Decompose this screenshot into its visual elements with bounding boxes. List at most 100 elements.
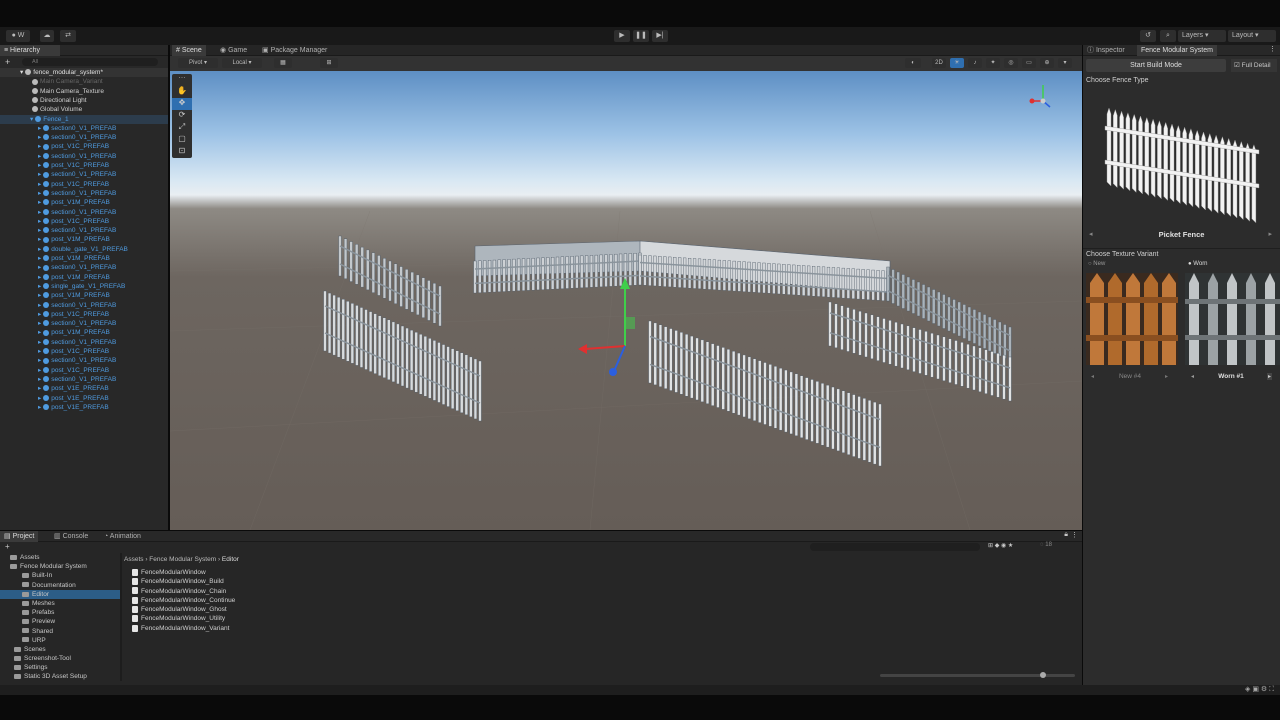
hierarchy-child-item[interactable]: ▸ section0_V1_PREFAB [0,226,168,235]
project-file-item[interactable]: FenceModularWindow_Variant [132,624,532,633]
expand-arrow-icon[interactable]: ▸ [38,283,41,290]
hierarchy-child-item[interactable]: ▸ post_V1C_PREFAB [0,366,168,375]
shading-mode-icon[interactable]: ◐ [905,58,921,68]
pivot-dropdown[interactable]: Pivot ▾ [178,58,218,68]
scene-viewport[interactable]: ⋯ ✋ ✥ ⟳ ⤢ ▢ ⊡ [170,71,1082,530]
full-detail-toggle[interactable]: ☑ Full Detail [1231,59,1277,72]
hidden-objects-icon[interactable]: ◎ [1004,58,1018,68]
tab-game[interactable]: ◉ Game [216,45,251,56]
hierarchy-child-item[interactable]: ▸ section0_V1_PREFAB [0,208,168,217]
tab-project[interactable]: ▤ Project [0,531,39,542]
hierarchy-child-item[interactable]: ▸ post_V1M_PREFAB [0,198,168,207]
tab-scene[interactable]: # Scene [172,45,206,56]
hierarchy-child-item[interactable]: ▸ section0_V1_PREFAB [0,301,168,310]
expand-arrow-icon[interactable]: ▸ [38,385,41,392]
expand-arrow-icon[interactable]: ▸ [38,357,41,364]
hierarchy-child-item[interactable]: ▸ post_V1M_PREFAB [0,235,168,244]
expand-arrow-icon[interactable]: ▸ [38,404,41,411]
tab-inspector[interactable]: ⓘ Inspector [1083,45,1129,56]
project-folder-item[interactable]: URP [0,636,120,645]
zoom-slider-handle[interactable] [1040,672,1046,678]
project-file-item[interactable]: FenceModularWindow_Ghost [132,605,532,614]
expand-arrow-icon[interactable]: ▸ [38,246,41,253]
hierarchy-child-item[interactable]: ▸ post_V1C_PREFAB [0,217,168,226]
tab-fence-modular-system[interactable]: Fence Modular System [1137,45,1217,56]
audio-icon[interactable]: ♪ [968,58,982,68]
expand-arrow-icon[interactable]: ▸ [38,199,41,206]
expand-arrow-icon[interactable]: ▸ [38,274,41,281]
expand-arrow-icon[interactable]: ▸ [38,125,41,132]
hierarchy-child-item[interactable]: ▸ section0_V1_PREFAB [0,133,168,142]
hierarchy-child-item[interactable]: ▸ section0_V1_PREFAB [0,375,168,384]
hierarchy-item-fence[interactable]: ▾ Fence_1 [0,114,168,124]
hierarchy-child-item[interactable]: ▸ post_V1M_PREFAB [0,273,168,282]
hierarchy-child-item[interactable]: ▸ section0_V1_PREFAB [0,170,168,179]
expand-arrow-icon[interactable]: ▸ [38,395,41,402]
layout-dropdown[interactable]: Layout ▾ [1228,30,1276,42]
expand-arrow-icon[interactable]: ▸ [38,181,41,188]
expand-arrow-icon[interactable]: ▸ [38,329,41,336]
more-icon[interactable]: ⋮ [1269,45,1276,53]
start-build-mode-button[interactable]: Start Build Mode [1086,59,1226,72]
project-folder-item[interactable]: Built-In [0,571,120,580]
hierarchy-child-item[interactable]: ▸ post_V1M_PREFAB [0,328,168,337]
expand-arrow-icon[interactable]: ▸ [38,209,41,216]
tab-animation[interactable]: ◔ Animation [100,531,145,542]
prev-worn-button[interactable]: ◂ [1191,373,1194,380]
radio-worn[interactable]: ● Worn [1188,261,1208,267]
filter-icon[interactable]: ⊞ ◆ ◉ ★ [988,542,1013,549]
hierarchy-search-input[interactable]: All [22,58,158,66]
gizmos-icon[interactable]: ⊕ [1040,58,1054,68]
project-folder-item[interactable]: Documentation [0,581,120,590]
breadcrumb-assets[interactable]: Assets [124,556,144,563]
tab-package-manager[interactable]: ▣ Package Manager [258,45,331,56]
account-dropdown[interactable]: ● W [6,30,30,42]
hierarchy-child-item[interactable]: ▸ section0_V1_PREFAB [0,152,168,161]
project-file-item[interactable]: FenceModularWindow_Utility [132,614,532,623]
next-type-button[interactable]: ▸ [1268,230,1272,238]
increment-snap-icon[interactable]: ⊞ [320,58,338,68]
expand-arrow-icon[interactable]: ▸ [38,292,41,299]
project-folder-item[interactable]: Static 3D Asset Setup [0,672,120,681]
expand-arrow-icon[interactable]: ▾ [30,116,33,123]
expand-arrow-icon[interactable]: ▸ [38,376,41,383]
expand-arrow-icon[interactable]: ▸ [38,339,41,346]
grid-snap-icon[interactable]: ▦ [274,58,292,68]
project-folder-item[interactable]: Meshes [0,599,120,608]
hierarchy-child-item[interactable]: ▸ post_V1C_PREFAB [0,347,168,356]
project-folder-item[interactable]: Settings [0,663,120,672]
lighting-icon[interactable]: ☀ [950,58,964,68]
expand-arrow-icon[interactable]: ▸ [38,162,41,169]
expand-arrow-icon[interactable]: ▸ [38,218,41,225]
hierarchy-child-item[interactable]: ▸ post_V1C_PREFAB [0,142,168,151]
layers-dropdown[interactable]: Layers ▾ [1178,30,1226,42]
gizmos-dropdown[interactable]: ▾ [1058,58,1072,68]
expand-arrow-icon[interactable]: ▸ [38,264,41,271]
hierarchy-child-item[interactable]: ▸ section0_V1_PREFAB [0,319,168,328]
hierarchy-item[interactable]: Directional Light [0,96,168,105]
add-icon[interactable]: + [5,542,10,552]
project-folder-item[interactable]: Prefabs [0,608,120,617]
next-new-button[interactable]: ▸ [1165,373,1168,380]
hierarchy-child-item[interactable]: ▸ post_V1C_PREFAB [0,180,168,189]
next-worn-button[interactable]: ▸ [1267,373,1273,380]
lock-icon[interactable]: 🔒︎ [1064,531,1068,539]
hierarchy-child-item[interactable]: ▸ post_V1E_PREFAB [0,394,168,403]
search-icon[interactable]: ⌕ [1160,30,1176,42]
expand-arrow-icon[interactable]: ▸ [38,171,41,178]
expand-arrow-icon[interactable]: ▸ [38,367,41,374]
tab-hierarchy[interactable]: ≡ Hierarchy [0,45,60,56]
hierarchy-child-item[interactable]: ▸ post_V1M_PREFAB [0,291,168,300]
project-file-item[interactable]: FenceModularWindow [132,568,532,577]
expand-arrow-icon[interactable]: ▸ [38,134,41,141]
hierarchy-child-item[interactable]: ▸ section0_V1_PREFAB [0,338,168,347]
radio-new[interactable]: ○ New [1088,261,1105,267]
prev-new-button[interactable]: ◂ [1091,373,1094,380]
history-icon[interactable]: ↺ [1140,30,1156,42]
hierarchy-item[interactable]: Main Camera_Texture [0,87,168,96]
hierarchy-item[interactable]: Global Volume [0,105,168,114]
play-button[interactable]: ▶ [614,30,630,42]
breadcrumb-editor[interactable]: Editor [222,556,239,563]
hierarchy-child-item[interactable]: ▸ section0_V1_PREFAB [0,189,168,198]
hierarchy-item[interactable]: Main Camera_Variant [0,77,168,86]
